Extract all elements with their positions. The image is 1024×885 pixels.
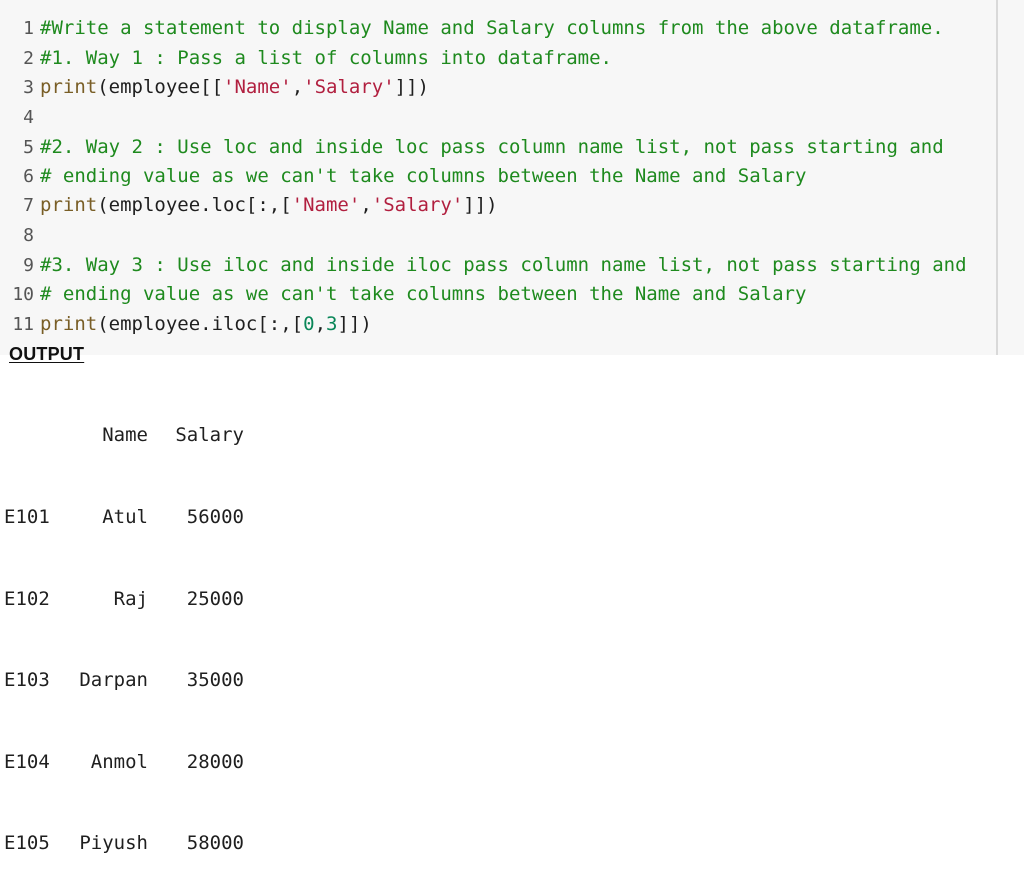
line-number: 7	[23, 195, 34, 216]
code-line: 10 # ending value as we can't take column…	[0, 280, 806, 309]
code-line: 7 print(employee.loc[:,['Name','Salary']]…	[0, 191, 498, 220]
line-number: 9	[23, 255, 34, 276]
number-literal: 3	[326, 313, 338, 335]
row-name: Raj	[113, 587, 148, 610]
line-number: 3	[23, 77, 34, 98]
code-line: 1 #Write a statement to display Name and …	[0, 14, 944, 43]
code-line: 2 #1. Way 1 : Pass a list of columns into…	[0, 44, 612, 73]
line-number: 8	[23, 225, 34, 246]
line-number: 10	[12, 284, 34, 305]
code-text: ]])	[463, 194, 498, 216]
line-number: 11	[12, 314, 34, 335]
code-text: ,	[360, 194, 372, 216]
string-literal: 'Name'	[223, 76, 292, 98]
code-text: ]])	[337, 313, 372, 335]
line-number: 6	[23, 166, 34, 187]
code-text: ,	[314, 313, 327, 335]
code-comment: # ending value as we can't take columns …	[40, 283, 807, 305]
row-index: E105	[4, 832, 50, 855]
row-salary: 56000	[186, 506, 244, 528]
code-line: 5 #2. Way 2 : Use loc and inside loc pass…	[0, 133, 944, 162]
row-index: E101	[4, 506, 50, 528]
row-salary: 25000	[186, 587, 244, 610]
code-text: (employee.iloc[:,[	[97, 313, 304, 335]
table-row: E101 Atul 56000	[4, 504, 244, 531]
code-line: 11 print(employee.iloc[:,[0,3]])	[0, 310, 372, 339]
code-line: 3 print(employee[['Name','Salary']])	[0, 73, 429, 102]
line-number: 5	[23, 137, 34, 158]
function-name: print	[40, 313, 98, 335]
row-name: Atul	[102, 506, 148, 528]
code-line: 9 #3. Way 3 : Use iloc and inside iloc pa…	[0, 251, 967, 280]
row-name: Darpan	[79, 669, 148, 692]
code-comment: #3. Way 3 : Use iloc and inside iloc pas…	[40, 254, 967, 276]
code-comment: # ending value as we can't take columns …	[40, 165, 807, 187]
row-name: Piyush	[79, 832, 148, 855]
row-salary: 28000	[186, 750, 244, 773]
table-header-row: Name Salary	[4, 422, 244, 449]
row-index: E103	[4, 669, 50, 692]
table-row: E103 Darpan 35000	[4, 667, 244, 694]
code-comment: #1. Way 1 : Pass a list of columns into …	[40, 47, 612, 69]
code-text: ,	[291, 76, 304, 98]
output-table: Name Salary E101 Atul 56000 E102 Raj 25000 E1…	[4, 368, 244, 885]
code-line: 8	[0, 221, 34, 250]
header-salary: Salary	[175, 424, 244, 447]
row-index: E102	[4, 587, 50, 610]
number-literal: 0	[303, 313, 315, 335]
table-row: E102 Raj 25000	[4, 586, 244, 613]
code-text: (employee.loc[:,[	[97, 194, 292, 216]
row-salary: 58000	[186, 832, 244, 855]
header-name: Name	[102, 424, 148, 447]
code-comment: #Write a statement to display Name and S…	[40, 17, 944, 39]
string-literal: 'Salary'	[303, 76, 395, 98]
row-salary: 35000	[186, 669, 244, 692]
code-text: (employee[[	[97, 76, 224, 98]
table-row: E104 Anmol 28000	[4, 749, 244, 776]
line-number: 1	[23, 18, 34, 39]
code-text: ]])	[394, 76, 429, 98]
output-label: OUTPUT	[9, 344, 85, 364]
string-literal: 'Salary'	[371, 194, 464, 216]
code-comment: #2. Way 2 : Use loc and inside loc pass …	[40, 136, 944, 158]
table-row: E105 Piyush 58000	[4, 830, 244, 857]
line-number: 4	[23, 107, 34, 128]
string-literal: 'Name'	[291, 194, 361, 216]
code-line: 4	[0, 103, 34, 132]
code-line: 6 # ending value as we can't take columns…	[0, 162, 806, 191]
function-name: print	[40, 76, 98, 98]
row-name: Anmol	[90, 750, 148, 773]
function-name: print	[40, 194, 98, 216]
line-number: 2	[23, 48, 34, 69]
vertical-scrollbar[interactable]	[996, 0, 998, 355]
code-cell[interactable]: 1 #Write a statement to display Name and …	[0, 0, 1024, 355]
row-index: E104	[4, 750, 50, 773]
